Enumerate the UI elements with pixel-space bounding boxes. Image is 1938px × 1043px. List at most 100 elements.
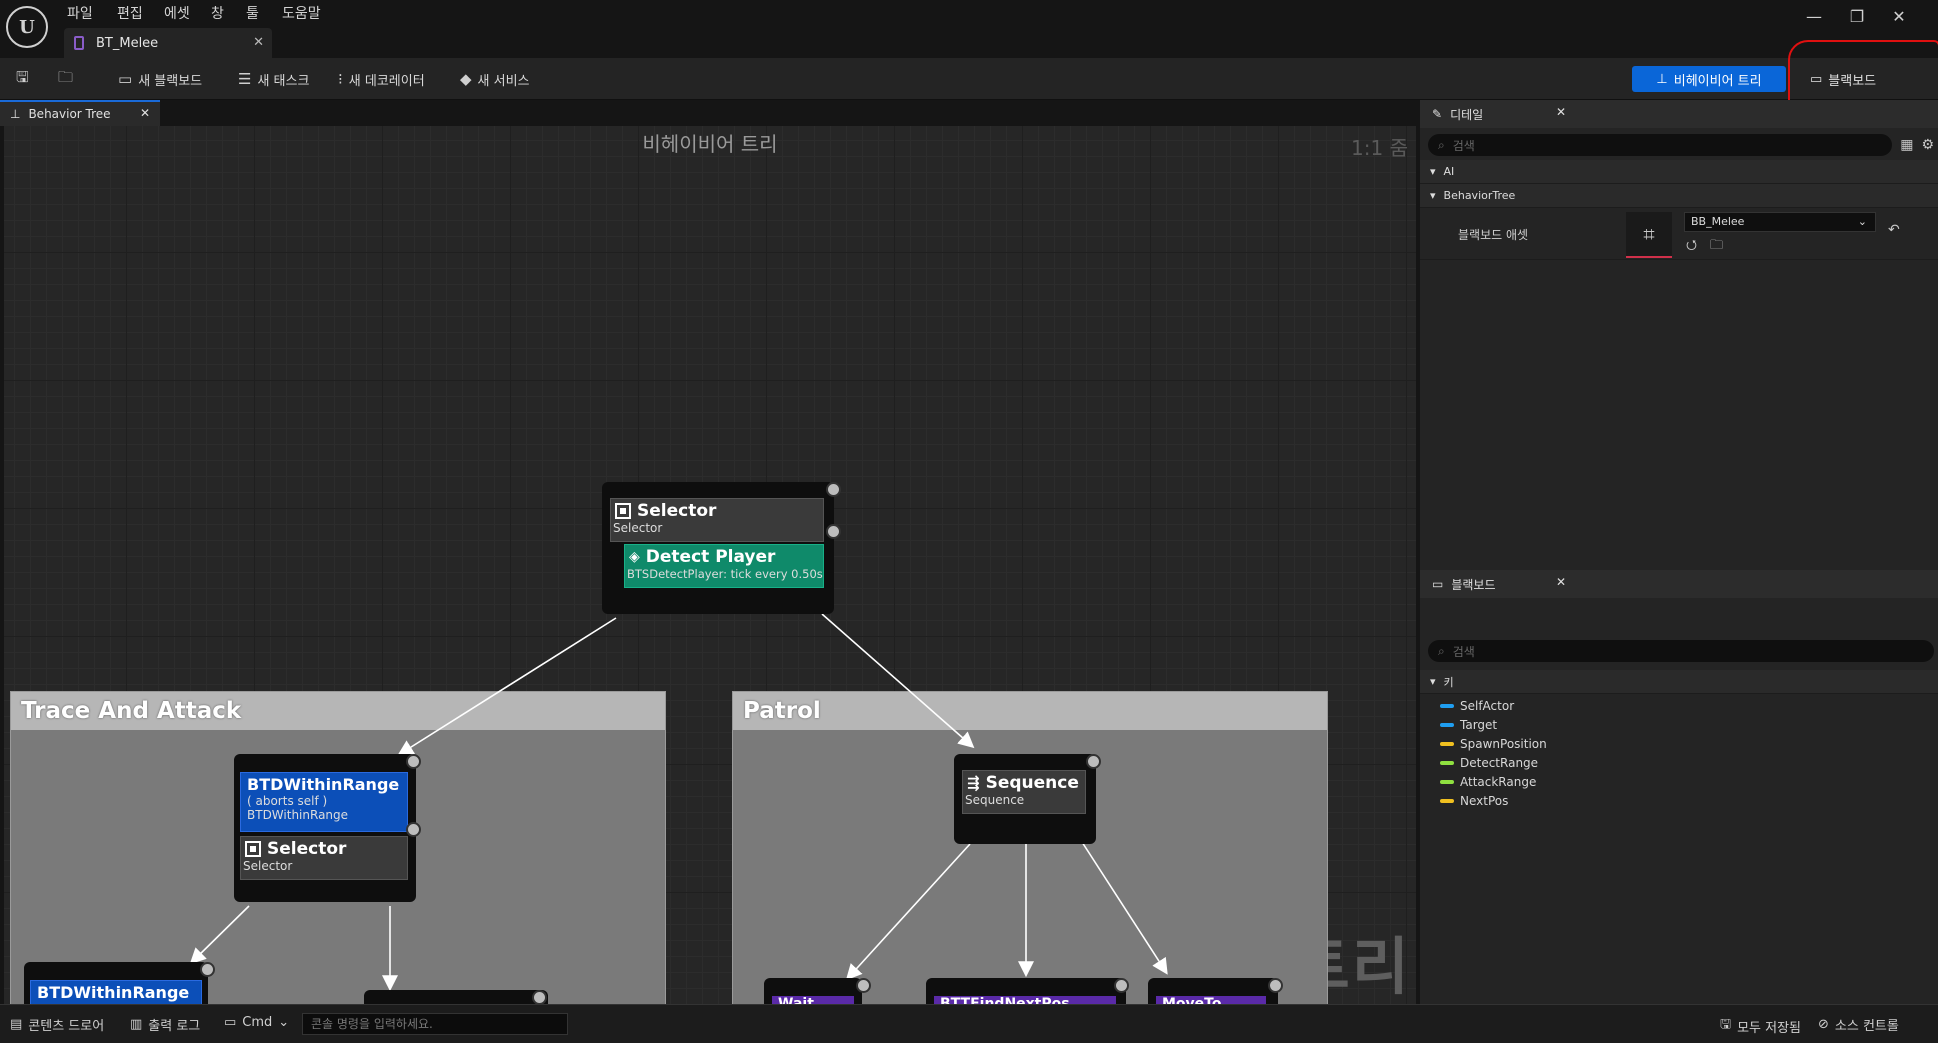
close-tab-icon[interactable]: ✕ (253, 35, 264, 50)
node-title: Sequence (985, 773, 1079, 793)
browse-asset-icon[interactable]: 🗀 (1710, 236, 1723, 258)
property-label: 블랙보드 애셋 (1458, 228, 1529, 242)
document-tab[interactable]: BT_Melee ✕ (64, 28, 272, 58)
new-task-button[interactable]: ☰ 새 태스크 (238, 67, 309, 91)
chevron-down-icon: ⌄ (278, 1015, 290, 1030)
browse-icon[interactable]: 🗀 (58, 67, 73, 91)
output-pin[interactable] (406, 822, 421, 837)
output-log-button[interactable]: ▥ 출력 로그 (130, 1015, 200, 1034)
service-icon: ◆ (460, 70, 472, 88)
blackboard-key[interactable]: Target (1420, 715, 1938, 734)
tree-icon: ⊥ (1656, 71, 1668, 87)
close-tab-icon[interactable]: ✕ (1556, 105, 1566, 119)
child-node[interactable] (364, 990, 548, 1004)
blackboard-key[interactable]: DetectRange (1420, 753, 1938, 772)
behavior-tree-tab[interactable]: ⊥ Behavior Tree ✕ (0, 100, 160, 126)
sequence-box: ⇶ Sequence Sequence (962, 770, 1086, 814)
service-subtitle: BTSDetectPlayer: tick every 0.50s (627, 567, 823, 581)
output-pin[interactable] (406, 754, 421, 769)
output-pin[interactable] (856, 978, 871, 993)
key-list: SelfActor Target SpawnPosition DetectRan… (1420, 694, 1938, 810)
gear-icon[interactable]: ⚙ (1921, 137, 1934, 153)
task-title: BTTFindNextPos (940, 996, 1070, 1004)
output-pin[interactable] (532, 990, 547, 1004)
behavior-tree-mode-button[interactable]: ⊥ 비헤이비어 트리 (1632, 66, 1786, 92)
content-drawer-icon: ▤ (10, 1017, 23, 1032)
task-box: Wait (772, 996, 854, 1004)
console-input[interactable]: 콘솔 명령을 입력하세요. (302, 1013, 568, 1035)
within-range-decorator-2[interactable]: BTDWithinRange (30, 980, 202, 1004)
blackboard-key[interactable]: AttackRange (1420, 772, 1938, 791)
category-ai[interactable]: ▾ AI (1420, 160, 1938, 184)
category-label: BehaviorTree (1443, 189, 1516, 202)
keys-category[interactable]: ▾ 키 (1420, 670, 1938, 694)
chevron-down-icon: ⌄ (1857, 215, 1867, 228)
key-name: AttackRange (1460, 774, 1537, 789)
key-type-color (1440, 722, 1454, 727)
detect-player-service[interactable]: ◈ Detect Player BTSDetectPlayer: tick eve… (624, 544, 824, 588)
menu-help[interactable]: 도움말 (282, 3, 321, 23)
minimize-icon[interactable]: — (1800, 7, 1828, 26)
save-all-button[interactable]: 🖫 모두 저장됨 (1720, 1015, 1801, 1037)
node-subtitle: Sequence (965, 793, 1025, 807)
key-type-color (1440, 798, 1454, 803)
root-selector-node[interactable]: Selector Selector ◈ Detect Player BTSDete… (602, 482, 841, 614)
menu-file[interactable]: 파일 (67, 3, 93, 23)
find-next-pos-node[interactable]: BTTFindNextPos (926, 978, 1129, 1004)
new-decorator-label: 새 데코레이터 (348, 73, 425, 89)
output-pin[interactable] (826, 524, 841, 539)
search-placeholder: 검색 (1452, 138, 1475, 153)
table-view-icon[interactable]: ▦ (1900, 137, 1913, 153)
blackboard-asset-icon: ⌗ (1643, 222, 1655, 246)
menu-tools[interactable]: 툴 (246, 3, 259, 23)
restore-icon[interactable]: ❐ (1843, 7, 1871, 26)
use-selected-icon[interactable]: ⭯ (1686, 236, 1697, 258)
source-control-button[interactable]: ⊘ 소스 컨트롤 (1818, 1015, 1899, 1034)
save-icon[interactable]: 🖫 (16, 67, 29, 91)
menu-edit[interactable]: 편집 (117, 3, 143, 23)
move-to-node[interactable]: MoveTo (1148, 978, 1283, 1004)
details-search-input[interactable]: ⌕ 검색 (1428, 134, 1893, 156)
blackboard-icon: ▭ (1432, 577, 1444, 591)
category-behavior-tree[interactable]: ▾ BehaviorTree (1420, 184, 1938, 208)
close-window-icon[interactable]: ✕ (1885, 7, 1913, 26)
content-drawer-button[interactable]: ▤ 콘텐츠 드로어 (10, 1015, 104, 1034)
unreal-logo-icon[interactable]: U (6, 6, 48, 48)
output-pin[interactable] (1268, 978, 1283, 993)
key-type-color (1440, 741, 1454, 746)
graph-canvas[interactable]: 비헤이비어 트리 1:1 줌 비헤이비어 트리 Trace And Attack… (4, 126, 1416, 1004)
blackboard-icon: ▭ (118, 70, 133, 88)
reset-icon[interactable]: ↶ (1888, 222, 1900, 238)
output-pin[interactable] (826, 482, 841, 497)
decorator-abort: ( aborts self ) (247, 794, 328, 808)
new-blackboard-button[interactable]: ▭ 새 블랙보드 (118, 67, 202, 91)
source-control-label: 소스 컨트롤 (1834, 1019, 1899, 1034)
details-tab[interactable]: ✎ 디테일 ✕ (1420, 100, 1938, 128)
blackboard-tab[interactable]: ▭ 블랙보드 ✕ (1420, 570, 1938, 598)
chevron-down-icon: ▾ (1430, 165, 1436, 178)
output-pin[interactable] (200, 962, 215, 977)
output-pin[interactable] (1114, 978, 1129, 993)
new-service-button[interactable]: ◆ 새 서비스 (460, 67, 530, 91)
cmd-dropdown[interactable]: ▭ Cmd ⌄ (224, 1015, 289, 1030)
menu-asset[interactable]: 에셋 (164, 3, 190, 23)
blackboard-key[interactable]: NextPos (1420, 791, 1938, 810)
within-range-node-2[interactable]: BTDWithinRange (24, 962, 215, 1004)
wait-node[interactable]: Wait (764, 978, 871, 1004)
menu-window[interactable]: 창 (211, 3, 224, 23)
new-blackboard-label: 새 블랙보드 (138, 73, 203, 89)
close-tab-icon[interactable]: ✕ (140, 106, 150, 120)
new-decorator-button[interactable]: ⁝ 새 데코레이터 (338, 67, 425, 91)
blackboard-search-input[interactable]: ⌕ 검색 (1428, 640, 1934, 662)
edge-seq-to-move (1081, 841, 1168, 975)
within-range-decorator[interactable]: BTDWithinRange ( aborts self ) BTDWithin… (240, 772, 408, 832)
blackboard-key[interactable]: SelfActor (1420, 696, 1938, 715)
output-pin[interactable] (1086, 754, 1101, 769)
blackboard-key[interactable]: SpawnPosition (1420, 734, 1938, 753)
node-subtitle: Selector (243, 859, 293, 873)
asset-picker-dropdown[interactable]: BB_Melee ⌄ (1684, 212, 1876, 232)
sequence-node[interactable]: ⇶ Sequence Sequence (954, 754, 1101, 844)
asset-thumbnail[interactable]: ⌗ (1626, 212, 1672, 258)
close-tab-icon[interactable]: ✕ (1556, 575, 1566, 589)
within-range-selector-node[interactable]: BTDWithinRange ( aborts self ) BTDWithin… (234, 754, 421, 902)
